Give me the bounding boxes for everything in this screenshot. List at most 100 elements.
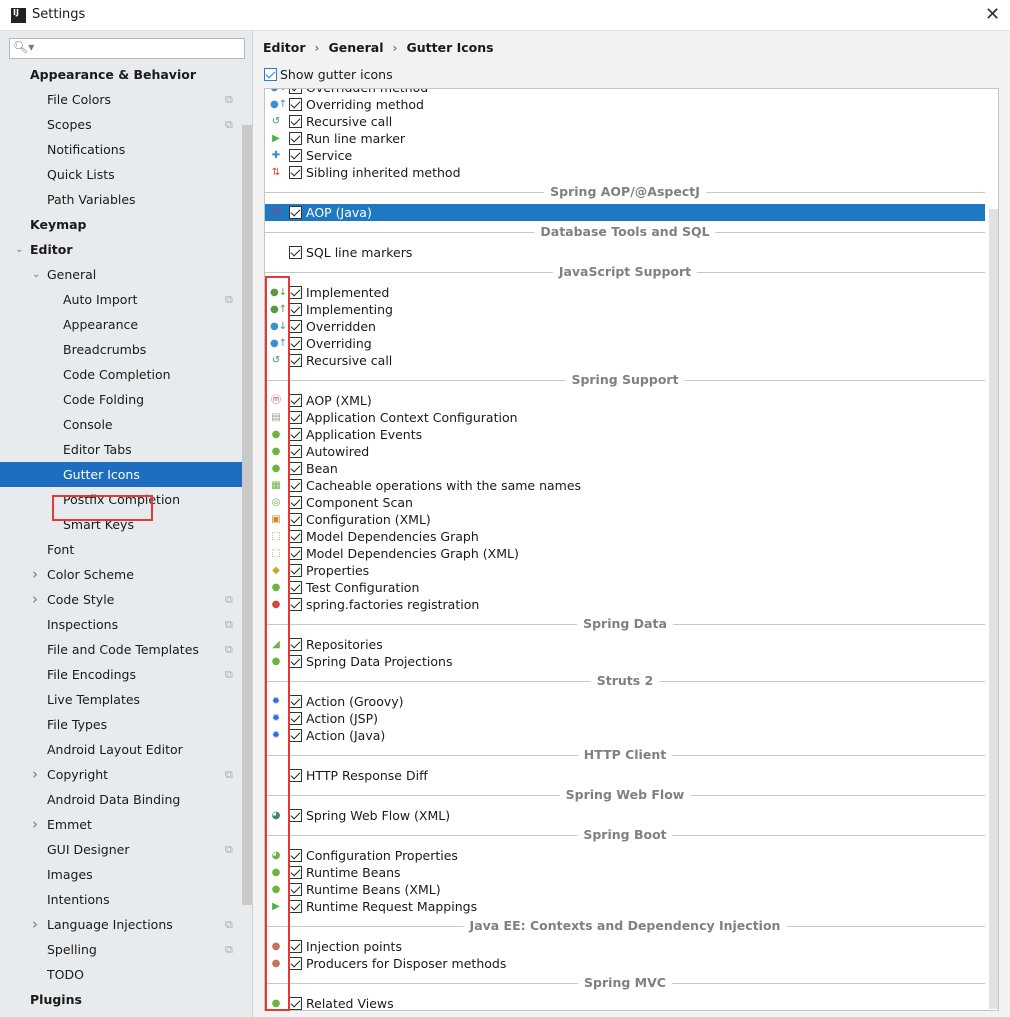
chevron-right-icon[interactable]: › <box>32 812 38 837</box>
gutter-option-row[interactable]: ● Runtime Beans <box>265 864 985 881</box>
checkbox[interactable] <box>289 729 302 742</box>
sidebar-item-keymap[interactable]: Keymap <box>0 212 242 237</box>
checkbox[interactable] <box>289 883 302 896</box>
gutter-option-row[interactable]: ⬚ Model Dependencies Graph <box>265 528 985 545</box>
checkbox[interactable] <box>289 809 302 822</box>
sidebar-item-appearance-behavior[interactable]: Appearance & Behavior <box>0 62 242 87</box>
chevron-right-icon[interactable]: › <box>32 762 38 787</box>
sidebar-item-file-encodings[interactable]: File Encodings ⧉ <box>0 662 242 687</box>
chevron-right-icon[interactable]: › <box>32 562 38 587</box>
checkbox[interactable] <box>289 866 302 879</box>
checkbox[interactable] <box>289 320 302 333</box>
checkbox[interactable] <box>289 246 302 259</box>
checkbox[interactable] <box>289 581 302 594</box>
checkbox[interactable] <box>289 354 302 367</box>
gutter-option-row[interactable]: ▣ Configuration (XML) <box>265 511 985 528</box>
checkbox[interactable] <box>289 115 302 128</box>
sidebar-item-spelling[interactable]: Spelling ⧉ <box>0 937 242 962</box>
show-gutter-icons-checkbox[interactable]: Show gutter icons <box>264 66 393 82</box>
gutter-option-row[interactable]: ●↑ Overriding method <box>265 96 985 113</box>
checkbox[interactable] <box>289 462 302 475</box>
sidebar-item-scopes[interactable]: Scopes ⧉ <box>0 112 242 137</box>
sidebar-item-todo[interactable]: TODO <box>0 962 242 987</box>
gutter-option-row[interactable]: SQL line markers <box>265 244 985 261</box>
sidebar-item-editor[interactable]: ⌄ Editor <box>0 237 242 262</box>
sidebar-item-android-data-binding[interactable]: Android Data Binding <box>0 787 242 812</box>
sidebar-scrollbar[interactable] <box>242 125 252 905</box>
gutter-option-row[interactable]: ▶ Runtime Request Mappings <box>265 898 985 915</box>
breadcrumb-editor[interactable]: Editor <box>263 40 306 55</box>
gutter-option-row[interactable]: ◆ Properties <box>265 562 985 579</box>
gutter-option-row[interactable]: ● Related Views <box>265 995 985 1010</box>
gutter-option-row[interactable]: ✹ Action (JSP) <box>265 710 985 727</box>
chevron-down-icon[interactable]: ⌄ <box>32 262 40 287</box>
sidebar-item-console[interactable]: Console <box>0 412 242 437</box>
search-input[interactable]: 🔍︎▾ <box>9 38 245 59</box>
gutter-option-row[interactable]: ⓜ AOP (Java) <box>265 204 985 221</box>
gutter-option-row[interactable]: ◎ Component Scan <box>265 494 985 511</box>
gutter-option-row[interactable]: ✹ Action (Java) <box>265 727 985 744</box>
gutter-option-row[interactable]: ●↓ Overridden <box>265 318 985 335</box>
gutter-option-row[interactable]: HTTP Response Diff <box>265 767 985 784</box>
sidebar-item-code-completion[interactable]: Code Completion <box>0 362 242 387</box>
checkbox[interactable] <box>289 695 302 708</box>
checkbox[interactable] <box>289 496 302 509</box>
checkbox[interactable] <box>289 98 302 111</box>
sidebar-item-file-types[interactable]: File Types <box>0 712 242 737</box>
chevron-down-icon[interactable]: ⌄ <box>15 237 23 262</box>
gutter-option-row[interactable]: ● Autowired <box>265 443 985 460</box>
chevron-right-icon[interactable]: › <box>32 587 38 612</box>
gutter-option-row[interactable]: ● Runtime Beans (XML) <box>265 881 985 898</box>
sidebar-item-file-and-code-templates[interactable]: File and Code Templates ⧉ <box>0 637 242 662</box>
checkbox[interactable] <box>289 900 302 913</box>
checkbox[interactable] <box>289 445 302 458</box>
gutter-option-row[interactable]: ◕ Spring Web Flow (XML) <box>265 807 985 824</box>
sidebar-item-intentions[interactable]: Intentions <box>0 887 242 912</box>
close-button[interactable]: ✕ <box>985 4 1000 25</box>
sidebar-item-emmet[interactable]: › Emmet <box>0 812 242 837</box>
chevron-right-icon[interactable]: › <box>32 912 38 937</box>
gutter-option-row[interactable]: ⬚ Model Dependencies Graph (XML) <box>265 545 985 562</box>
sidebar-item-images[interactable]: Images <box>0 862 242 887</box>
breadcrumb-general[interactable]: General <box>329 40 384 55</box>
checkbox[interactable] <box>289 997 302 1010</box>
checkbox[interactable] <box>289 428 302 441</box>
sidebar-item-notifications[interactable]: Notifications <box>0 137 242 162</box>
sidebar-item-plugins[interactable]: Plugins <box>0 987 242 1012</box>
sidebar-item-gui-designer[interactable]: GUI Designer ⧉ <box>0 837 242 862</box>
gutter-option-row[interactable]: ● Injection points <box>265 938 985 955</box>
gutter-option-row[interactable]: ● Bean <box>265 460 985 477</box>
checkbox[interactable] <box>264 68 277 81</box>
gutter-option-row[interactable]: ✚ Service <box>265 147 985 164</box>
checkbox[interactable] <box>289 337 302 350</box>
checkbox[interactable] <box>289 303 302 316</box>
checkbox[interactable] <box>289 598 302 611</box>
checkbox[interactable] <box>289 769 302 782</box>
sidebar-item-copyright[interactable]: › Copyright ⧉ <box>0 762 242 787</box>
checkbox[interactable] <box>289 849 302 862</box>
gutter-option-row[interactable]: ● Producers for Disposer methods <box>265 955 985 972</box>
gutter-option-row[interactable]: ◢ Repositories <box>265 636 985 653</box>
gutter-option-row[interactable]: ▤ Application Context Configuration <box>265 409 985 426</box>
gutter-option-row[interactable]: ● Application Events <box>265 426 985 443</box>
sidebar-item-auto-import[interactable]: Auto Import ⧉ <box>0 287 242 312</box>
list-scrollbar[interactable] <box>989 209 998 1009</box>
gutter-option-row[interactable]: ✹ Action (Groovy) <box>265 693 985 710</box>
checkbox[interactable] <box>289 957 302 970</box>
gutter-option-row[interactable]: ◕ Configuration Properties <box>265 847 985 864</box>
gutter-option-row[interactable]: ●↑ Implementing <box>265 301 985 318</box>
checkbox[interactable] <box>289 286 302 299</box>
checkbox[interactable] <box>289 149 302 162</box>
gutter-option-row[interactable]: ▦ Cacheable operations with the same name… <box>265 477 985 494</box>
gutter-option-row[interactable]: ↺ Recursive call <box>265 113 985 130</box>
sidebar-item-quick-lists[interactable]: Quick Lists <box>0 162 242 187</box>
gutter-option-row[interactable]: ● Spring Data Projections <box>265 653 985 670</box>
checkbox[interactable] <box>289 547 302 560</box>
sidebar-item-general[interactable]: ⌄ General <box>0 262 242 287</box>
sidebar-item-color-scheme[interactable]: › Color Scheme <box>0 562 242 587</box>
checkbox[interactable] <box>289 411 302 424</box>
gutter-option-row[interactable]: ●↓ Implemented <box>265 284 985 301</box>
checkbox[interactable] <box>289 479 302 492</box>
gutter-option-row[interactable]: ↺ Recursive call <box>265 352 985 369</box>
sidebar-item-language-injections[interactable]: › Language Injections ⧉ <box>0 912 242 937</box>
